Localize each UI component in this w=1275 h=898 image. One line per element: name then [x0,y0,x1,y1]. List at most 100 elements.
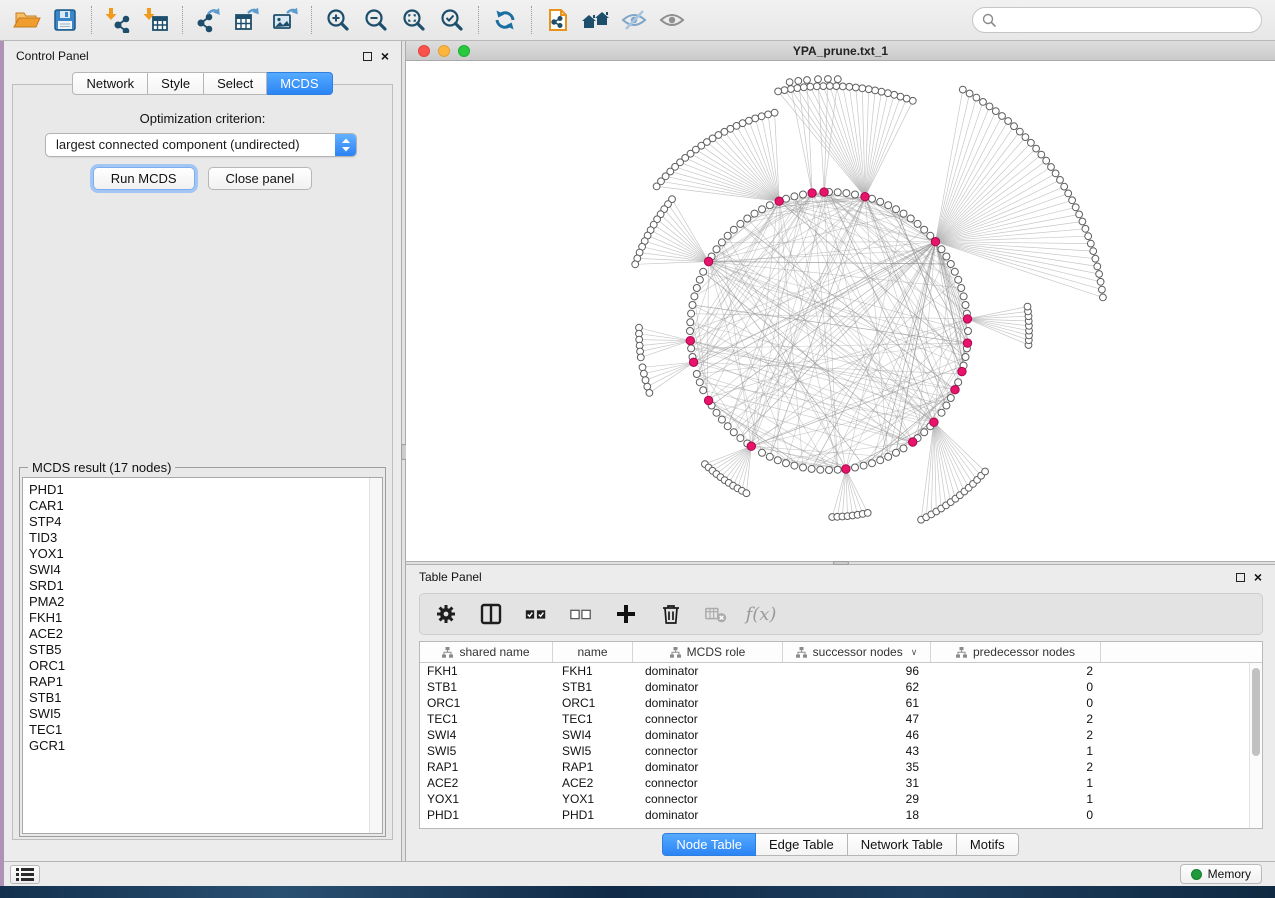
window-close-icon[interactable] [418,45,430,57]
graph-hub-node[interactable] [686,337,694,345]
graph-node[interactable] [751,210,758,217]
mcds-result-item[interactable]: TID3 [23,530,382,546]
graph-node[interactable] [813,83,820,90]
mcds-result-item[interactable]: SWI5 [23,706,382,722]
graph-node[interactable] [713,246,720,253]
mcds-result-item[interactable]: GCR1 [23,738,382,754]
graph-node[interactable] [943,253,950,260]
table-row[interactable]: ORC1ORC1dominator610 [420,695,1249,711]
graph-node[interactable] [759,206,766,213]
graph-node[interactable] [900,445,907,452]
mcds-result-item[interactable]: SWI4 [23,562,382,578]
search-field[interactable] [972,7,1262,33]
clone-network-icon[interactable] [539,4,577,36]
graph-node[interactable] [815,76,822,83]
graph-node[interactable] [893,449,900,456]
graph-node[interactable] [771,109,778,116]
graph-node[interactable] [947,395,954,402]
graph-node[interactable] [1061,183,1068,190]
graph-hub-node[interactable] [909,438,917,446]
export-image-icon[interactable] [266,4,304,36]
graph-node[interactable] [1097,278,1104,285]
graph-node[interactable] [691,293,698,300]
delete-column-icon[interactable] [659,602,683,626]
table-row[interactable]: FKH1FKH1dominator962 [420,663,1249,679]
graph-node[interactable] [859,85,866,92]
graph-node[interactable] [869,460,876,467]
zoom-in-icon[interactable] [319,4,357,36]
graph-hub-node[interactable] [704,257,712,265]
mcds-result-item[interactable]: TEC1 [23,722,382,738]
mcds-result-item[interactable]: STB1 [23,690,382,706]
graph-node[interactable] [846,83,853,90]
mcds-result-item[interactable]: ACE2 [23,626,382,642]
graph-node[interactable] [758,113,765,120]
graph-node[interactable] [794,85,801,92]
graph-node[interactable] [900,210,907,217]
run-mcds-button[interactable]: Run MCDS [93,167,195,190]
graph-node[interactable] [1028,139,1035,146]
tab-network-table[interactable]: Network Table [848,833,957,856]
graph-node[interactable] [938,246,945,253]
graph-node[interactable] [724,232,731,239]
graph-node[interactable] [786,79,793,86]
graph-node[interactable] [696,276,703,283]
settings-gear-icon[interactable] [434,602,458,626]
column-header-shared-name[interactable]: shared name [420,642,553,662]
split-columns-icon[interactable] [479,602,503,626]
column-header-MCDS-role[interactable]: MCDS role [633,642,783,662]
column-header-predecessor-nodes[interactable]: predecessor nodes [931,642,1101,662]
graph-node[interactable] [992,108,999,115]
close-panel-button[interactable]: Close panel [208,167,313,190]
graph-node[interactable] [765,111,772,118]
graph-node[interactable] [693,285,700,292]
graph-node[interactable] [1065,190,1072,197]
add-column-icon[interactable] [614,602,638,626]
graph-node[interactable] [966,90,973,97]
graph-node[interactable] [1057,177,1064,184]
graph-hub-node[interactable] [842,465,850,473]
graph-node[interactable] [1048,164,1055,171]
graph-node[interactable] [641,370,648,377]
graph-node[interactable] [1038,151,1045,158]
graph-node[interactable] [696,379,703,386]
graph-node[interactable] [642,377,649,384]
graph-node[interactable] [1052,170,1059,177]
graph-node[interactable] [962,302,969,309]
graph-node[interactable] [1087,240,1094,247]
import-table-icon[interactable] [137,4,175,36]
tab-edge-table[interactable]: Edge Table [756,833,848,856]
graph-node[interactable] [958,285,965,292]
graph-node[interactable] [646,390,653,397]
mcds-result-item[interactable]: ORC1 [23,658,382,674]
table-row[interactable]: PHD1PHD1dominator180 [420,807,1249,823]
window-minimize-icon[interactable] [438,45,450,57]
graph-node[interactable] [730,429,737,436]
graph-hub-node[interactable] [931,238,939,246]
graph-node[interactable] [746,117,753,124]
graph-node[interactable] [788,86,795,93]
tab-node-table[interactable]: Node Table [662,833,756,856]
table-row[interactable]: STB1STB1dominator620 [420,679,1249,695]
graph-node[interactable] [1069,197,1076,204]
graph-node[interactable] [955,276,962,283]
graph-node[interactable] [843,190,850,197]
tab-mcds[interactable]: MCDS [267,72,332,95]
graph-hub-node[interactable] [704,396,712,404]
mcds-result-item[interactable]: STP4 [23,514,382,530]
graph-node[interactable] [907,215,914,222]
graph-node[interactable] [737,220,744,227]
graph-node[interactable] [938,409,945,416]
graph-node[interactable] [962,354,969,361]
mcds-result-item[interactable]: PHD1 [23,482,382,498]
mcds-result-item[interactable]: STB5 [23,642,382,658]
deselect-all-rows-icon[interactable] [569,602,593,626]
column-header-name[interactable]: name [553,642,633,662]
graph-node[interactable] [687,328,694,335]
graph-node[interactable] [639,364,646,371]
network-window-titlebar[interactable]: YPA_prune.txt_1 [406,41,1275,61]
zoom-selected-icon[interactable] [433,4,471,36]
graph-node[interactable] [833,83,840,90]
graph-node[interactable] [744,215,751,222]
zoom-out-icon[interactable] [357,4,395,36]
